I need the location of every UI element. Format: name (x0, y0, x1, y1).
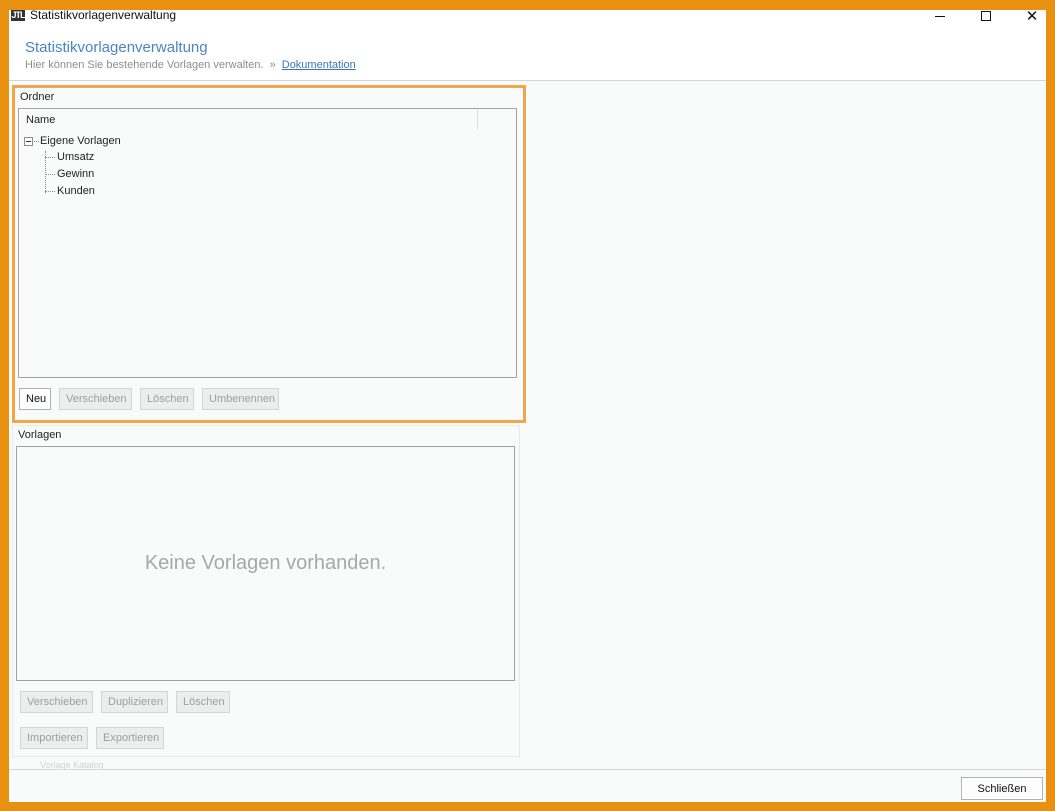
page-header: Statistikvorlagenverwaltung Hier können … (9, 28, 1046, 81)
documentation-link[interactable]: Dokumentation (282, 59, 356, 71)
import-template-button[interactable]: Importieren (20, 727, 88, 749)
app-logo-icon: JTL (11, 10, 26, 21)
maximize-button[interactable] (963, 10, 1009, 28)
templates-list[interactable]: Keine Vorlagen vorhanden. (16, 446, 515, 681)
rename-folder-button[interactable]: Umbenennen (202, 388, 279, 410)
tree-connector (45, 173, 55, 175)
delete-template-button[interactable]: Löschen (176, 691, 230, 713)
empty-templates-message: Keine Vorlagen vorhanden. (144, 552, 387, 574)
tree-connector (34, 140, 39, 142)
minimize-icon (935, 15, 945, 17)
close-dialog-button[interactable]: Schließen (961, 777, 1043, 800)
ordner-group: Ordner Name Eigene Vorlagen Umsatz Gewin… (12, 85, 526, 423)
tree-node-umsatz[interactable]: Umsatz (45, 151, 94, 163)
tree-connector (45, 190, 55, 192)
tree-node-label: Eigene Vorlagen (40, 135, 121, 147)
subtitle-separator: » (269, 59, 276, 71)
column-header-name: Name (26, 114, 56, 126)
close-window-button[interactable]: ✕ (1009, 10, 1046, 28)
collapse-icon[interactable] (24, 136, 33, 146)
tree-node-label: Gewinn (57, 168, 95, 180)
move-folder-button[interactable]: Verschieben (59, 388, 132, 410)
tree-node-eigene-vorlagen[interactable]: Eigene Vorlagen (24, 135, 121, 147)
tree-node-gewinn[interactable]: Gewinn (45, 168, 94, 180)
vorlagen-group: Vorlagen Keine Vorlagen vorhanden. Versc… (12, 425, 520, 757)
tree-node-label: Umsatz (57, 151, 95, 163)
tree-connector (45, 156, 55, 158)
maximize-icon (981, 11, 991, 21)
window-title: Statistikvorlagenverwaltung (30, 10, 177, 22)
page-title: Statistikvorlagenverwaltung (25, 39, 208, 56)
footer-divider (9, 769, 1046, 770)
move-template-button[interactable]: Verschieben (20, 691, 93, 713)
window: JTL Statistikvorlagenverwaltung ✕ Statis… (9, 10, 1046, 802)
title-bar: JTL Statistikvorlagenverwaltung ✕ (9, 10, 1046, 28)
subtitle-text: Hier können Sie bestehende Vorlagen verw… (25, 59, 264, 71)
tree-column-header[interactable]: Name (19, 109, 478, 129)
tree-node-kunden[interactable]: Kunden (45, 185, 95, 197)
duplicate-template-button[interactable]: Duplizieren (101, 691, 168, 713)
close-icon: ✕ (1025, 10, 1039, 25)
page-subtitle: Hier können Sie bestehende Vorlagen verw… (25, 59, 356, 71)
vorlagen-group-label: Vorlagen (18, 429, 62, 441)
new-folder-button[interactable]: Neu (19, 388, 51, 410)
minimize-button[interactable] (917, 10, 963, 28)
tree-node-label: Kunden (57, 185, 95, 197)
export-template-button[interactable]: Exportieren (96, 727, 164, 749)
delete-folder-button[interactable]: Löschen (140, 388, 194, 410)
ordner-group-label: Ordner (20, 91, 55, 103)
folder-tree[interactable]: Name Eigene Vorlagen Umsatz Gewinn Kunde… (18, 108, 517, 378)
